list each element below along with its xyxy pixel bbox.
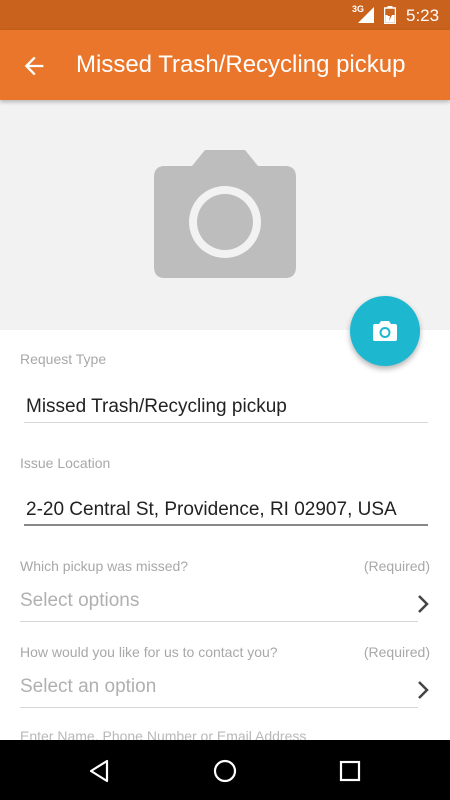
divider (20, 621, 418, 622)
navigation-bar (0, 740, 450, 800)
divider (24, 524, 428, 526)
battery-icon (384, 6, 396, 24)
pickup-missed-label: Which pickup was missed? (20, 558, 189, 574)
arrow-left-icon[interactable] (20, 52, 48, 80)
request-type-label: Request Type (20, 351, 107, 367)
required-indicator: (Required) (363, 558, 430, 574)
camera-icon (373, 321, 397, 341)
page-title: Missed Trash/Recycling pickup (76, 51, 406, 78)
recents-nav-icon[interactable] (337, 758, 363, 784)
signal-icon (358, 7, 374, 23)
issue-location-label: Issue Location (20, 455, 111, 471)
status-bar: 3G 5:23 (0, 0, 450, 30)
back-nav-icon[interactable] (87, 758, 113, 784)
chevron-right-icon[interactable] (415, 593, 431, 615)
add-photo-button[interactable] (350, 296, 420, 366)
app-bar: Missed Trash/Recycling pickup (0, 30, 450, 100)
contact-method-select[interactable]: Select an option (20, 676, 156, 698)
divider (20, 707, 418, 708)
camera-icon (154, 150, 296, 278)
request-type-field[interactable]: Missed Trash/Recycling pickup (26, 396, 287, 418)
pickup-missed-select[interactable]: Select options (20, 590, 139, 612)
clock: 5:23 (406, 6, 440, 25)
contact-method-label: How would you like for us to contact you… (20, 644, 278, 660)
home-nav-icon[interactable] (212, 758, 238, 784)
divider (24, 422, 428, 423)
issue-location-field[interactable]: 2-20 Central St, Providence, RI 02907, U… (26, 499, 397, 521)
required-indicator: (Required) (363, 644, 430, 660)
chevron-right-icon[interactable] (415, 679, 431, 701)
